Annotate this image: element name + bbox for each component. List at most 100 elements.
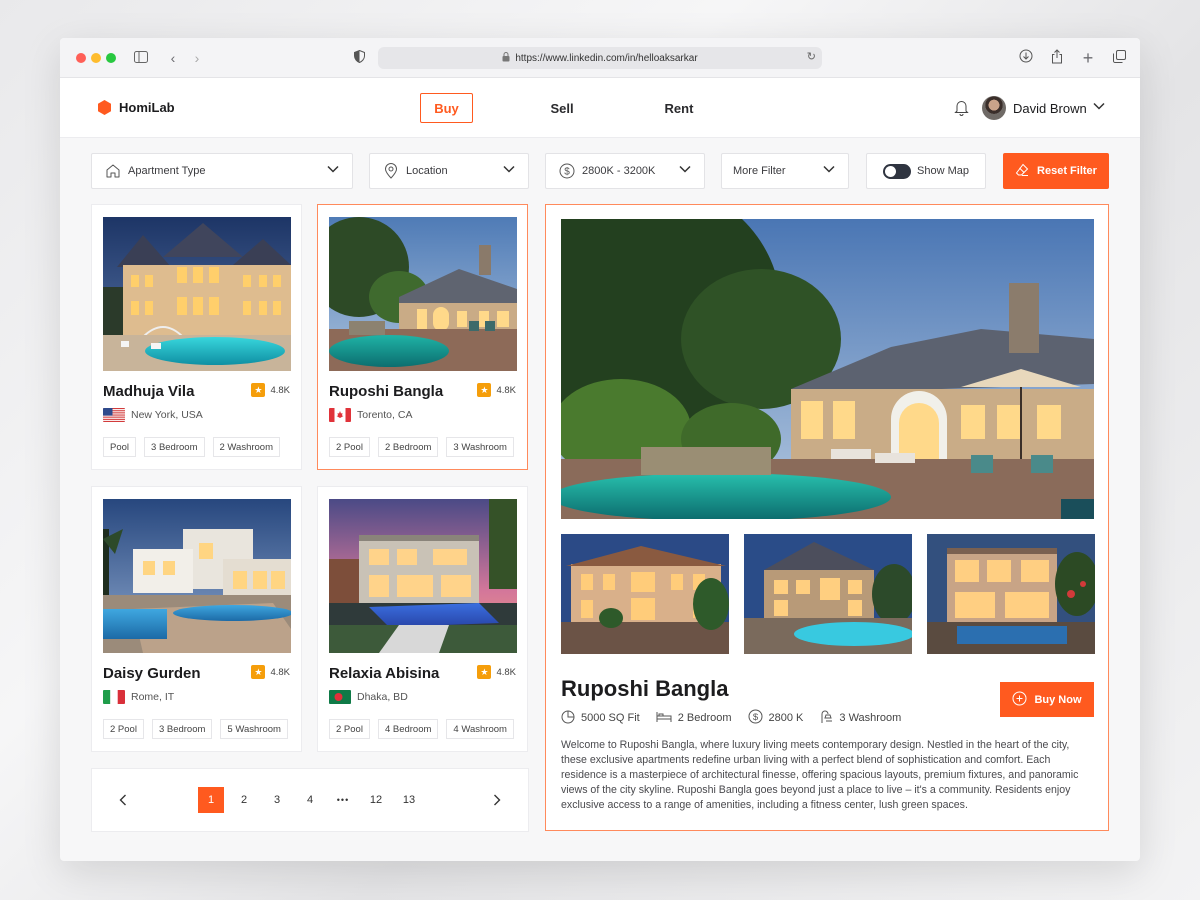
area-pie-icon bbox=[561, 710, 575, 727]
property-location: Rome, IT bbox=[103, 690, 174, 704]
page-3[interactable]: 3 bbox=[264, 787, 290, 813]
more-filter-label: More Filter bbox=[733, 165, 786, 177]
spec-price-value: 2800 K bbox=[768, 712, 804, 724]
show-map-label: Show Map bbox=[917, 165, 969, 177]
location-dropdown[interactable]: Location bbox=[369, 153, 529, 189]
location-pin-icon bbox=[382, 162, 400, 180]
property-card[interactable]: Madhuja Vila ★ 4.8K New York, USA Pool 3… bbox=[91, 204, 302, 470]
chevron-down-icon bbox=[327, 165, 339, 173]
share-icon[interactable] bbox=[1048, 49, 1066, 68]
new-tab-icon[interactable]: + bbox=[1079, 49, 1097, 67]
tag-bedroom: 2 Bedroom bbox=[377, 437, 439, 457]
property-tags: 2 Pool 4 Bedroom 4 Washroom bbox=[329, 719, 514, 739]
shield-icon[interactable] bbox=[350, 49, 368, 67]
property-card[interactable]: Relaxia Abisina ★ 4.8K Dhaka, BD 2 Pool … bbox=[317, 486, 528, 752]
page-4[interactable]: 4 bbox=[297, 787, 323, 813]
page-1[interactable]: 1 bbox=[198, 787, 224, 813]
home-icon bbox=[104, 162, 122, 180]
location-text: Rome, IT bbox=[131, 691, 175, 703]
location-text: Torento, CA bbox=[357, 409, 413, 421]
brand-logo[interactable]: HomiLab bbox=[98, 100, 175, 115]
chevron-down-icon bbox=[503, 165, 515, 173]
rating-value: 4.8K bbox=[270, 384, 290, 396]
chevron-left-icon[interactable] bbox=[110, 787, 136, 813]
avatar[interactable] bbox=[982, 96, 1006, 120]
spec-area-value: 5000 SQ Fit bbox=[581, 712, 640, 724]
property-card-selected[interactable]: Ruposhi Bangla ★ 4.8K Torento, CA 2 Pool… bbox=[317, 204, 528, 470]
tabs-overview-icon[interactable] bbox=[1110, 49, 1128, 67]
back-icon[interactable]: ‹ bbox=[164, 49, 182, 67]
property-tags: 2 Pool 2 Bedroom 3 Washroom bbox=[329, 437, 514, 457]
gallery-thumbnail[interactable] bbox=[927, 534, 1095, 654]
forward-icon[interactable]: › bbox=[188, 49, 206, 67]
property-image bbox=[329, 217, 517, 371]
plus-circle-icon bbox=[1012, 691, 1027, 709]
property-tags: 2 Pool 3 Bedroom 5 Washroom bbox=[103, 719, 288, 739]
canada-flag-icon bbox=[329, 408, 351, 422]
gallery-thumbnail[interactable] bbox=[561, 534, 729, 654]
tab-buy[interactable]: Buy bbox=[420, 93, 473, 123]
property-image bbox=[103, 499, 291, 653]
minimize-window-button[interactable] bbox=[91, 53, 101, 63]
rating-value: 4.8K bbox=[270, 666, 290, 678]
page-2[interactable]: 2 bbox=[231, 787, 257, 813]
show-map-toggle[interactable]: Show Map bbox=[866, 153, 986, 189]
more-filter-dropdown[interactable]: More Filter bbox=[721, 153, 849, 189]
lock-icon bbox=[502, 51, 510, 65]
app-header: HomiLab Buy Sell Rent David Brown bbox=[60, 78, 1140, 138]
tab-sell[interactable]: Sell bbox=[538, 93, 586, 123]
gallery-thumbnail[interactable] bbox=[744, 534, 912, 654]
tag-pool: 2 Pool bbox=[103, 719, 144, 739]
property-name: Ruposhi Bangla bbox=[329, 383, 444, 400]
apartment-type-dropdown[interactable]: Apartment Type bbox=[91, 153, 353, 189]
spec-area: 5000 SQ Fit bbox=[561, 709, 640, 727]
property-location: New York, USA bbox=[103, 408, 203, 422]
property-image bbox=[329, 499, 517, 653]
tag-washroom: 2 Washroom bbox=[212, 437, 280, 457]
toggle-switch[interactable] bbox=[883, 163, 911, 179]
page-ellipsis: ••• bbox=[336, 795, 350, 805]
star-icon: ★ bbox=[477, 383, 492, 397]
dollar-icon: $ bbox=[748, 709, 763, 727]
price-range-dropdown[interactable]: $ 2800K - 3200K bbox=[545, 153, 705, 189]
address-bar[interactable]: https://www.linkedin.com/in/helloaksarka… bbox=[378, 47, 822, 69]
spec-washrooms-value: 3 Washroom bbox=[839, 712, 902, 724]
chevron-down-icon bbox=[823, 165, 835, 173]
url-text: https://www.linkedin.com/in/helloaksarka… bbox=[515, 52, 698, 64]
property-location: Torento, CA bbox=[329, 408, 412, 422]
chevron-down-icon[interactable] bbox=[1093, 99, 1105, 113]
page-12[interactable]: 12 bbox=[363, 787, 389, 813]
reset-filter-button[interactable]: Reset Filter bbox=[1003, 153, 1109, 189]
dollar-icon: $ bbox=[558, 162, 576, 180]
tag-bedroom: 3 Bedroom bbox=[144, 437, 205, 457]
location-text: Dhaka, BD bbox=[357, 691, 408, 703]
reload-icon[interactable]: ↻ bbox=[807, 50, 816, 63]
sidebar-toggle-icon[interactable] bbox=[132, 49, 150, 67]
close-window-button[interactable] bbox=[76, 53, 86, 63]
tab-rent[interactable]: Rent bbox=[654, 93, 704, 123]
price-range-label: 2800K - 3200K bbox=[582, 165, 656, 177]
svg-text:$: $ bbox=[752, 712, 758, 723]
location-text: New York, USA bbox=[131, 409, 203, 421]
pagination: 1 2 3 4 ••• 12 13 bbox=[91, 768, 529, 832]
rating-value: 4.8K bbox=[496, 384, 516, 396]
maximize-window-button[interactable] bbox=[106, 53, 116, 63]
property-image bbox=[103, 217, 291, 371]
bell-icon[interactable] bbox=[952, 99, 970, 117]
property-name: Daisy Gurden bbox=[103, 665, 201, 682]
user-name[interactable]: David Brown bbox=[1013, 101, 1087, 116]
page-13[interactable]: 13 bbox=[396, 787, 422, 813]
buy-now-button[interactable]: Buy Now bbox=[1000, 682, 1094, 717]
property-location: Dhaka, BD bbox=[329, 690, 408, 704]
property-card[interactable]: Daisy Gurden ★ 4.8K Rome, IT 2 Pool 3 Be… bbox=[91, 486, 302, 752]
download-icon[interactable] bbox=[1017, 49, 1035, 67]
hexagon-logo-icon bbox=[98, 100, 111, 115]
tag-pool: 2 Pool bbox=[329, 437, 370, 457]
tag-washroom: 5 Washroom bbox=[220, 719, 288, 739]
star-icon: ★ bbox=[251, 383, 266, 397]
browser-toolbar: ‹ › https://www.linkedin.com/in/helloaks… bbox=[60, 38, 1140, 78]
spec-price: $ 2800 K bbox=[748, 709, 804, 727]
usa-flag-icon bbox=[103, 408, 125, 422]
chevron-right-icon[interactable] bbox=[484, 787, 510, 813]
apartment-type-label: Apartment Type bbox=[128, 165, 206, 177]
